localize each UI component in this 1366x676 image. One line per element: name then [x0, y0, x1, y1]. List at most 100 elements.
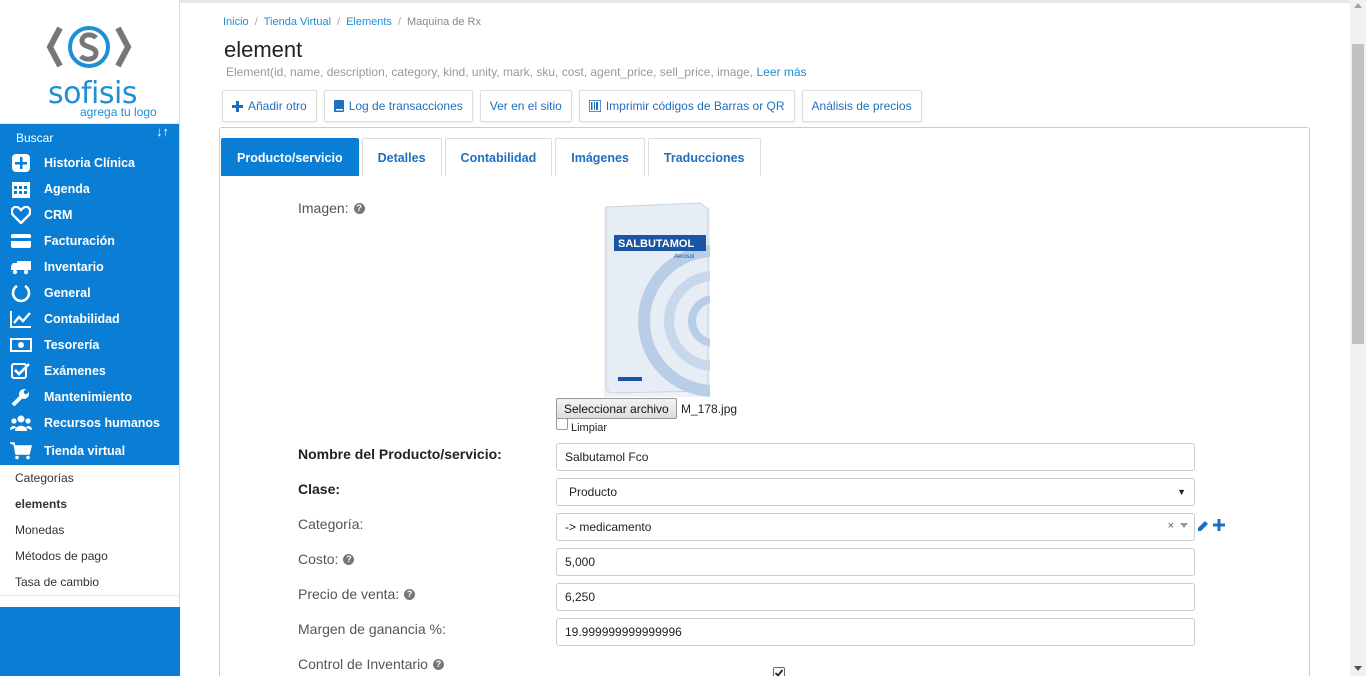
product-name-input[interactable]: Salbutamol Fco — [556, 443, 1195, 471]
tab-producto-servicio[interactable]: Producto/servicio — [221, 138, 359, 176]
submenu-item-monedas[interactable]: Monedas — [0, 517, 179, 543]
sidebar-item-label: Tienda virtual — [44, 443, 126, 458]
product-image: SALBUTAMOL Aerosol — [604, 201, 790, 397]
sidebar-item-agenda[interactable]: Agenda — [0, 176, 179, 202]
transaction-log-button[interactable]: Log de transacciones — [323, 90, 473, 122]
sidebar-item-tesoreria[interactable]: Tesorería — [0, 332, 179, 358]
toolbar: Añadir otro Log de transacciones Ver en … — [222, 90, 922, 122]
plus-square-icon — [10, 154, 32, 172]
category-select[interactable]: -> medicamento × — [556, 513, 1195, 541]
check-square-icon — [10, 362, 32, 380]
help-icon[interactable]: ? — [353, 202, 365, 214]
tab-traducciones[interactable]: Traducciones — [647, 138, 761, 176]
sell-price-input[interactable]: 6,250 — [556, 583, 1195, 611]
breadcrumb-current: Maquina de Rx — [407, 16, 481, 28]
submenu-item-elements[interactable]: elements — [0, 491, 179, 517]
add-another-button[interactable]: Añadir otro — [222, 90, 317, 122]
sidebar-item-label: Historia Clínica — [44, 156, 135, 170]
image-subtext: Aerosol — [674, 254, 694, 260]
breadcrumb-inicio[interactable]: Inicio — [223, 16, 249, 28]
credit-card-icon — [10, 232, 32, 250]
sidebar-item-recursos-humanos[interactable]: Recursos humanos — [0, 410, 179, 436]
sidebar-item-tienda-virtual[interactable]: Tienda virtual — [0, 436, 179, 465]
submenu-item-metodos-de-pago[interactable]: Métodos de pago — [0, 543, 179, 569]
sidebar-item-label: Contabilidad — [44, 312, 120, 326]
category-label: Categoría: — [298, 516, 364, 532]
scroll-down-icon[interactable] — [1354, 666, 1362, 671]
form-panel: Producto/servicio Detalles Contabilidad … — [219, 127, 1310, 676]
sidebar-item-mantenimiento[interactable]: Mantenimiento — [0, 384, 179, 410]
wrench-icon — [10, 388, 32, 407]
barcode-icon — [588, 100, 601, 112]
sidebar-menu: Historia Clínica Agenda CRM Facturación … — [0, 150, 179, 465]
circle-notch-icon — [10, 284, 32, 303]
chevron-down-icon: ▼ — [1177, 487, 1186, 497]
cart-icon — [10, 441, 32, 460]
clear-selection-icon[interactable]: × — [1168, 520, 1174, 532]
sidebar-item-facturacion[interactable]: Facturación — [0, 228, 179, 254]
tab-bar: Producto/servicio Detalles Contabilidad … — [221, 138, 761, 176]
add-another-label: Añadir otro — [248, 99, 307, 113]
page-scrollbar[interactable] — [1350, 0, 1366, 676]
edit-category-icon[interactable] — [1197, 519, 1210, 535]
sidebar-item-historia-clinica[interactable]: Historia Clínica — [0, 150, 179, 176]
transaction-log-label: Log de transacciones — [348, 99, 463, 113]
heart-icon — [10, 206, 32, 224]
class-select[interactable]: Producto ▼ — [556, 478, 1195, 506]
inventory-label-row: Control de Inventario ? — [298, 656, 444, 672]
sidebar-item-general[interactable]: General — [0, 280, 179, 306]
sidebar-item-crm[interactable]: CRM — [0, 202, 179, 228]
sidebar-item-label: General — [44, 286, 91, 300]
tab-detalles[interactable]: Detalles — [361, 138, 442, 176]
sidebar-item-inventario[interactable]: Inventario — [0, 254, 179, 280]
name-label: Nombre del Producto/servicio: — [298, 446, 502, 462]
scroll-up-icon[interactable] — [1354, 3, 1362, 8]
help-icon[interactable]: ? — [432, 658, 444, 670]
clear-image-checkbox[interactable] — [556, 418, 568, 430]
breadcrumb-elements[interactable]: Elements — [346, 16, 392, 28]
sofisis-logo-icon — [46, 26, 132, 68]
sidebar-item-label: CRM — [44, 208, 73, 222]
sidebar-item-contabilidad[interactable]: Contabilidad — [0, 306, 179, 332]
read-more-link[interactable]: Leer más — [756, 65, 806, 79]
submenu-item-categorias[interactable]: Categorías — [0, 465, 179, 491]
plus-icon — [232, 100, 243, 112]
main-content: Inicio / Tienda Virtual / Elements / Maquina d… — [180, 0, 1350, 676]
category-select-value: -> medicamento — [565, 520, 652, 534]
sidebar-item-label: Mantenimiento — [44, 390, 133, 404]
submenu-item-tasa-de-cambio[interactable]: Tasa de cambio — [0, 569, 179, 595]
class-select-value: Producto — [569, 485, 618, 499]
tab-contabilidad[interactable]: Contabilidad — [444, 138, 553, 176]
print-barcodes-label: Imprimir códigos de Barras or QR — [605, 99, 785, 113]
model-fields-text: Element(id, name, description, category,… — [226, 65, 754, 79]
inventory-control-checkbox[interactable] — [773, 667, 785, 676]
price-analysis-button[interactable]: Análisis de precios — [801, 90, 922, 122]
add-category-icon[interactable] — [1213, 519, 1225, 534]
help-icon[interactable]: ? — [343, 553, 355, 565]
tab-imagenes[interactable]: Imágenes — [555, 138, 645, 176]
truck-icon — [10, 258, 32, 276]
sidebar-item-examenes[interactable]: Exámenes — [0, 358, 179, 384]
logo-tagline: agrega tu logo — [80, 105, 157, 119]
margin-input[interactable]: 19.999999999999996 — [556, 618, 1195, 646]
view-on-site-button[interactable]: Ver en el sitio — [479, 90, 572, 122]
help-icon[interactable]: ? — [404, 588, 416, 600]
sort-icon[interactable]: ↓↑ — [156, 124, 169, 139]
search-label: Buscar — [16, 131, 54, 145]
cost-input[interactable]: 5,000 — [556, 548, 1195, 576]
sidebar-footer — [0, 607, 180, 676]
print-barcodes-button[interactable]: Imprimir códigos de Barras or QR — [578, 90, 795, 122]
calendar-icon — [10, 180, 32, 198]
page-title: element — [224, 37, 303, 62]
sidebar-item-label: Tesorería — [44, 338, 100, 352]
scrollbar-thumb[interactable] — [1352, 44, 1364, 344]
sidebar-item-label: Exámenes — [44, 364, 106, 378]
price-label-row: Precio de venta: ? — [298, 586, 416, 602]
sidebar-item-label: Recursos humanos — [44, 416, 161, 430]
money-icon — [10, 336, 32, 354]
checkmark-icon — [774, 669, 784, 676]
logo[interactable]: sofisis agrega tu logo — [0, 0, 179, 124]
sidebar-search[interactable]: Buscar ↓↑ — [0, 124, 179, 150]
choose-file-button[interactable]: Seleccionar archivo — [556, 398, 677, 419]
breadcrumb-tienda-virtual[interactable]: Tienda Virtual — [264, 16, 331, 28]
